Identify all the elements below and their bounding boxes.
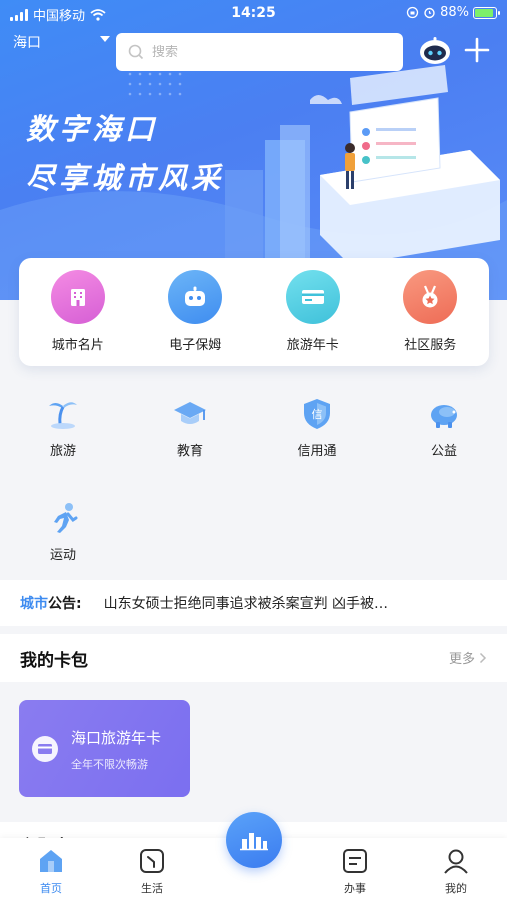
city-notice-bar[interactable]: 城市公告: 山东女硕士拒绝同事追求被杀案宣判 凶手被…: [0, 580, 507, 626]
battery-percent: 88%: [440, 5, 469, 20]
add-icon[interactable]: [463, 36, 491, 64]
alarm-icon: [424, 7, 435, 19]
banner-title: 数字海口: [26, 112, 159, 146]
credit-shield-icon: 信: [304, 399, 330, 429]
top-bar: 海口: [0, 28, 507, 78]
graduation-cap-icon: [174, 402, 206, 424]
grid-item-travel[interactable]: 旅游: [0, 396, 126, 459]
wallet-title: 我的卡包: [20, 651, 88, 671]
card-icon: [285, 270, 340, 324]
tab-label: 我的: [445, 882, 467, 895]
main-services-card: 城市名片 电子保姆 旅游年卡 社区服务: [19, 258, 489, 366]
travel-year-card[interactable]: 海口旅游年卡 全年不限次畅游: [19, 700, 190, 797]
grid-label: 运动: [49, 548, 76, 563]
tab-services[interactable]: 办事: [315, 848, 395, 896]
tab-home[interactable]: 首页: [11, 848, 91, 896]
grid-label: 旅游: [49, 444, 76, 459]
service-e-nanny[interactable]: 电子保姆: [137, 258, 255, 366]
svg-text:信: 信: [312, 408, 323, 421]
tab-me[interactable]: 我的: [416, 848, 496, 896]
grid-label: 教育: [176, 444, 203, 459]
city-center-button[interactable]: [226, 812, 282, 868]
chevron-down-icon[interactable]: [100, 36, 110, 42]
robot-assistant-icon[interactable]: [418, 36, 452, 66]
home-icon: [40, 850, 62, 872]
tab-life[interactable]: 生活: [112, 848, 192, 896]
search-icon: [128, 44, 144, 60]
life-icon: [140, 849, 164, 873]
palm-tree-icon: [49, 402, 77, 429]
service-travel-card[interactable]: 旅游年卡: [254, 258, 372, 366]
wallet-header: 我的卡包 更多: [0, 634, 507, 682]
user-icon: [444, 849, 468, 874]
grid-item-charity[interactable]: 公益: [381, 396, 507, 459]
tab-label: 办事: [344, 882, 366, 895]
search-input[interactable]: [152, 44, 372, 60]
more-label: 更多: [448, 652, 475, 667]
service-label: 城市名片: [51, 338, 104, 353]
grid-item-education[interactable]: 教育: [127, 396, 253, 459]
grid-label: 信用通: [297, 444, 337, 459]
city-skyline-icon: [240, 833, 268, 851]
card-title: 海口旅游年卡: [71, 729, 162, 747]
notice-tag: 城市公告:: [20, 593, 82, 613]
chevron-right-icon: [479, 652, 487, 663]
grid-item-credit[interactable]: 信 信用通: [254, 396, 380, 459]
notice-text[interactable]: 山东女硕士拒绝同事追求被杀案宣判 凶手被…: [104, 593, 462, 613]
building-icon: [50, 270, 105, 324]
notice-tag-prefix: 城市: [20, 596, 48, 612]
medal-icon: [403, 270, 458, 324]
search-box[interactable]: [116, 33, 403, 71]
battery-icon: [473, 6, 500, 19]
banner-subtitle: 尽享城市风采: [26, 161, 225, 195]
document-icon: [343, 849, 367, 873]
service-label: 社区服务: [404, 338, 457, 353]
tab-label: 生活: [141, 882, 163, 895]
card-subtitle: 全年不限次畅游: [71, 758, 148, 771]
hero-banner[interactable]: 中国移动 14:25 88% 海口 搜索 数字海口 尽享城市风采: [0, 0, 507, 300]
card-icon: [32, 736, 58, 762]
service-label: 电子保姆: [169, 338, 222, 353]
tab-label: 首页: [40, 882, 62, 895]
service-city-card[interactable]: 城市名片: [19, 258, 137, 366]
robot-icon: [168, 270, 223, 324]
status-bar: 中国移动 14:25 88%: [0, 0, 507, 28]
service-community[interactable]: 社区服务: [372, 258, 490, 366]
lock-rotation-icon: [406, 6, 419, 19]
grid-label: 公益: [430, 444, 457, 459]
city-selector[interactable]: 海口: [13, 32, 41, 52]
notice-tag-suffix: 公告:: [48, 596, 82, 612]
running-icon: [54, 503, 78, 533]
wallet-more-link[interactable]: 更多: [449, 648, 487, 667]
piggy-bank-icon: [431, 405, 457, 428]
service-label: 旅游年卡: [286, 338, 339, 353]
grid-item-sports[interactable]: 运动: [0, 500, 126, 563]
